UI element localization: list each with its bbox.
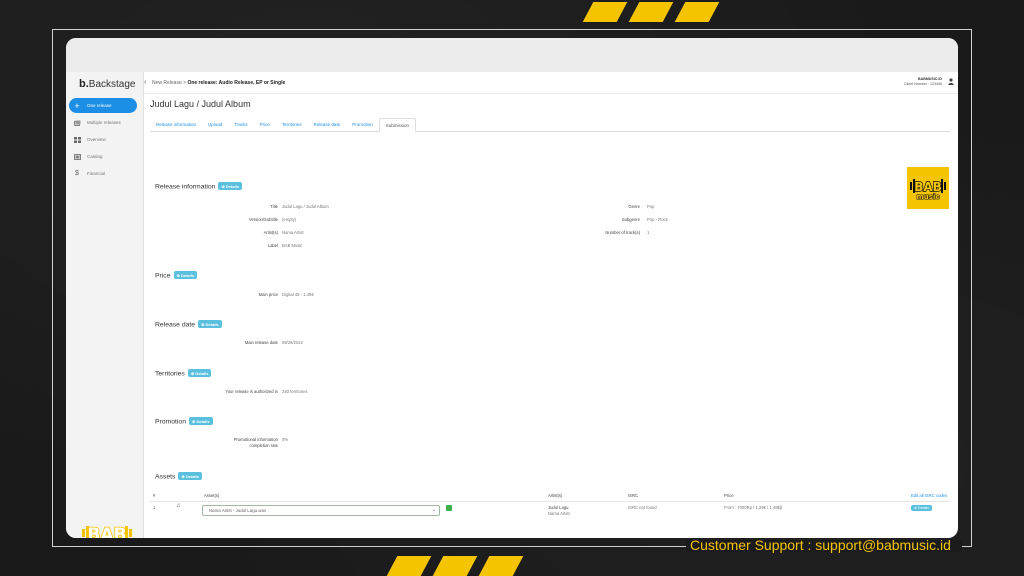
tab-territories[interactable]: Territories	[276, 118, 308, 132]
price-details-button[interactable]: ⊕ Details	[173, 271, 198, 279]
user-icon[interactable]	[948, 78, 954, 87]
release-date-details-button[interactable]: ⊕ Details	[198, 320, 222, 328]
file-ok-icon[interactable]	[446, 505, 452, 511]
chevron-down-icon: ⌄	[431, 507, 436, 513]
sidebar-nav: + One release Multiple releases Overview	[69, 98, 137, 183]
promotion-label-2: completion rate	[249, 443, 278, 448]
title-label: Title	[270, 204, 278, 209]
bottom-stripes	[386, 556, 524, 576]
col-price: Price	[724, 493, 734, 498]
tracks-count-label: Number of track(s)	[605, 230, 640, 235]
subgenre-label: Subgenre	[621, 217, 640, 222]
promotion-label-1: Promotional information	[233, 437, 278, 442]
cover-art: BAB music	[907, 167, 949, 209]
grid-icon	[73, 136, 81, 143]
plus-icon: +	[74, 100, 80, 111]
asset-artist-name: Nama Artist	[548, 511, 570, 516]
edit-isrc-link[interactable]: Edit all ISRC codes	[911, 493, 947, 498]
tab-price[interactable]: Price	[254, 118, 276, 132]
tab-submission[interactable]: Submission	[378, 118, 416, 132]
sidebar-item-one-release[interactable]: + One release	[69, 98, 137, 113]
title-value: Judul Lagu / Judul Album	[282, 204, 329, 209]
territories-value: 240 territories	[282, 389, 308, 394]
tracks-count-value: 1	[647, 230, 650, 235]
catalog-icon	[73, 153, 81, 160]
app-logo[interactable]: b.Backstage	[79, 78, 135, 90]
tab-promotion[interactable]: Promotion	[346, 118, 379, 132]
version-value: (empty)	[282, 217, 297, 222]
breadcrumb-parent[interactable]: New Release >	[152, 80, 186, 86]
version-label: Version/Subtitle	[248, 217, 278, 222]
back-icon[interactable]: ‹	[144, 79, 146, 86]
tab-tracks[interactable]: Tracks	[228, 118, 253, 132]
main-release-date-value: 08/28/2022	[282, 340, 303, 345]
tab-upload[interactable]: Upload	[202, 118, 228, 132]
col-artists: Artist(s)	[548, 493, 563, 498]
main-price-label: Main price	[258, 292, 278, 297]
tab-release-date[interactable]: Release date	[308, 118, 347, 132]
subgenre-value: Pop - Rock	[647, 217, 668, 222]
release-date-title: Release date ⊕ Details	[155, 320, 222, 329]
asset-file-select[interactable]: Nama Artist - Judul Lagu.wav ⌄	[202, 505, 440, 516]
bab-logo-top: BAB	[87, 525, 126, 538]
music-note-icon: ♫	[176, 503, 181, 509]
artist-value: Nama Artist	[282, 230, 304, 235]
stack-icon	[73, 119, 81, 126]
asset-details-button[interactable]: ⊕ Details	[911, 505, 933, 511]
account-info: BABMUSIC.ID Client Number : 123456	[904, 77, 942, 87]
label-label: Label	[267, 243, 278, 248]
territories-title: Territories ⊕ Details	[155, 369, 212, 378]
asset-isrc: ISRC not found	[628, 505, 657, 510]
tab-release-information[interactable]: Release information	[150, 118, 202, 132]
genre-value: Pop	[647, 204, 655, 209]
sidebar-item-catalog[interactable]: Catalog	[69, 149, 137, 164]
col-number: #	[153, 493, 156, 498]
top-stripes	[582, 2, 720, 22]
release-info-details-button[interactable]: ⊕ Details	[218, 182, 243, 190]
col-assets: Asset(s)	[204, 493, 220, 498]
app-window: b.Backstage + One release Multiple relea…	[66, 38, 958, 538]
tab-bar: Release information Upload Tracks Price …	[150, 118, 950, 132]
promotion-value: 0%	[282, 437, 289, 442]
support-text: Customer Support : support@babmusic.id	[690, 537, 951, 553]
dollar-icon: $	[75, 170, 79, 177]
cover-art-bottom: music	[917, 193, 940, 201]
cover-art-top: BAB	[914, 180, 942, 194]
main-content: Judul Lagu / Judul Album Release informa…	[144, 94, 958, 538]
artist-label: Artist(s)	[263, 230, 278, 235]
assets-title: Assets ⊕ Details	[155, 472, 202, 481]
sidebar-item-multiple-releases[interactable]: Multiple releases	[69, 115, 137, 130]
promotion-details-button[interactable]: ⊕ Details	[188, 417, 213, 425]
territories-label: Your release is authorized in	[225, 389, 278, 394]
territories-details-button[interactable]: ⊕ Details	[187, 369, 212, 377]
breadcrumb-current: One release: Audio Release, EP or Single	[187, 80, 286, 86]
sidebar-item-overview[interactable]: Overview	[69, 132, 137, 147]
bab-music-logo: BAB music	[82, 524, 132, 538]
genre-label: Genre	[628, 204, 640, 209]
sidebar: b.Backstage + One release Multiple relea…	[66, 72, 144, 538]
top-header: ‹ New Release > One release: Audio Relea…	[144, 72, 958, 94]
main-release-date-label: Main release date	[244, 340, 278, 345]
release-info-title: Release information ⊕ Details	[155, 182, 243, 191]
client-number: Client Number : 123456	[904, 82, 942, 86]
breadcrumb: New Release > One release: Audio Release…	[152, 80, 285, 86]
label-value: BAB Music	[282, 243, 303, 248]
promotion-title: Promotion ⊕ Details	[155, 417, 213, 426]
assets-details-button[interactable]: ⊕ Details	[178, 472, 202, 480]
asset-row-number: 1	[153, 505, 156, 510]
page-title: Judul Lagu / Judul Album	[150, 99, 251, 109]
col-isrc: ISRC	[628, 493, 639, 498]
price-title: Price ⊕ Details	[155, 271, 198, 280]
asset-artist-title: Judul Lagu	[548, 505, 569, 510]
main-price-value: Digital 45 - 1.49€	[282, 292, 314, 297]
sidebar-item-financial[interactable]: $ Financial	[69, 166, 137, 181]
asset-price: From : 7000Rp / 1.29€ / 1.49$β	[724, 505, 783, 510]
